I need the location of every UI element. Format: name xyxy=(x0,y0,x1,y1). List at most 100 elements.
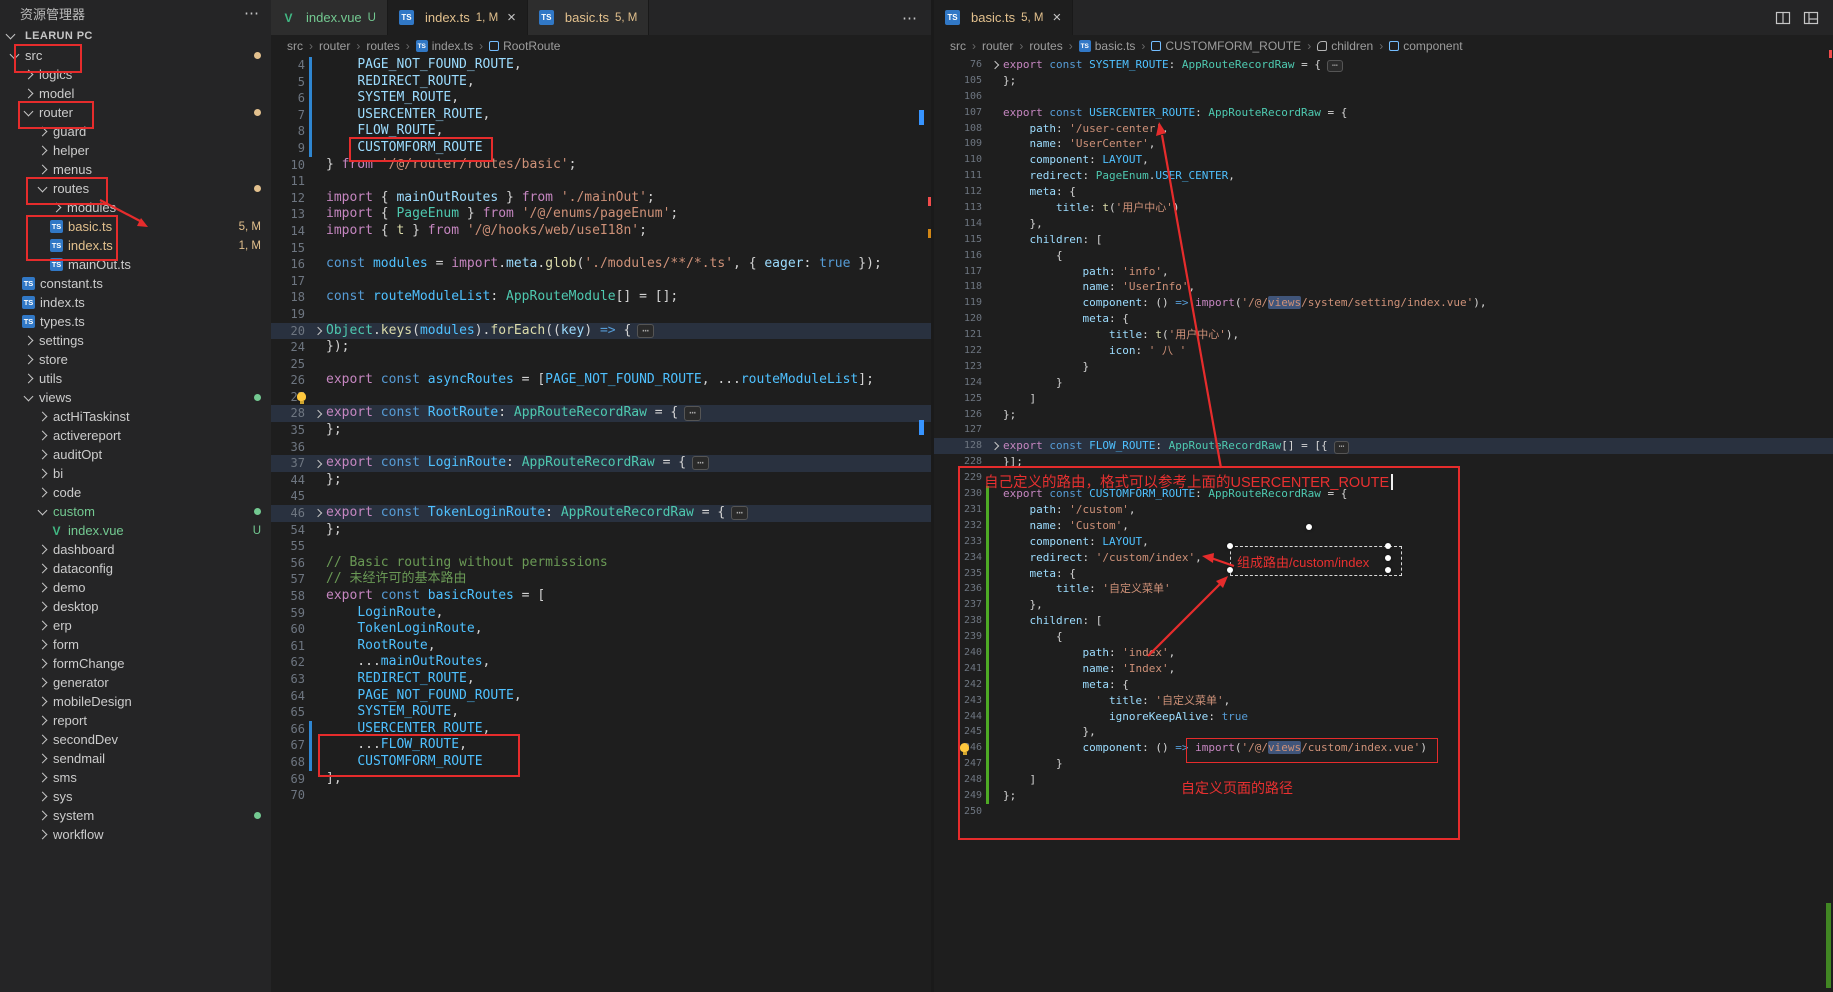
code-line-37[interactable]: 37export const LoginRoute: AppRouteRecor… xyxy=(271,455,931,472)
tree-item-report[interactable]: report xyxy=(0,711,271,730)
tree-item-sms[interactable]: sms xyxy=(0,768,271,787)
tree-item-router[interactable]: router xyxy=(0,103,271,122)
tree-item-auditOpt[interactable]: auditOpt xyxy=(0,445,271,464)
code-line-14[interactable]: 14import { t } from '/@/hooks/web/useI18… xyxy=(271,223,931,240)
tree-item-index.vue[interactable]: Vindex.vueU xyxy=(0,521,271,540)
code-line-25[interactable]: 25 xyxy=(271,356,931,373)
code-line-69[interactable]: 69]; xyxy=(271,771,931,788)
code-line-5[interactable]: 5 REDIRECT_ROUTE, xyxy=(271,74,931,91)
code-line-18[interactable]: 18const routeModuleList: AppRouteModule[… xyxy=(271,289,931,306)
tree-item-guard[interactable]: guard xyxy=(0,122,271,141)
breadcrumb-item-src[interactable]: src xyxy=(950,39,966,53)
code-line-109[interactable]: 109 name: 'UserCenter', xyxy=(934,136,1833,152)
code-line-17[interactable]: 17 xyxy=(271,273,931,290)
breadcrumb-item-routes[interactable]: routes xyxy=(366,39,399,53)
code-line-244[interactable]: 244 ignoreKeepAlive: true xyxy=(934,709,1833,725)
code-line-240[interactable]: 240 path: 'index', xyxy=(934,645,1833,661)
folded-region-icon[interactable]: ⋯ xyxy=(1327,60,1343,72)
tree-item-form[interactable]: form xyxy=(0,635,271,654)
code-area[interactable]: 76export const SYSTEM_ROUTE: AppRouteRec… xyxy=(934,57,1833,820)
tree-item-mainOut.ts[interactable]: TSmainOut.ts xyxy=(0,255,271,274)
code-line-248[interactable]: 248 ] xyxy=(934,772,1833,788)
code-line-61[interactable]: 61 RootRoute, xyxy=(271,638,931,655)
tab-basic.ts[interactable]: TSbasic.ts5, M xyxy=(528,0,649,35)
code-line-8[interactable]: 8 FLOW_ROUTE, xyxy=(271,123,931,140)
tree-item-types.ts[interactable]: TStypes.ts xyxy=(0,312,271,331)
code-line-245[interactable]: 245 }, xyxy=(934,724,1833,740)
tree-item-dataconfig[interactable]: dataconfig xyxy=(0,559,271,578)
code-line-229[interactable]: 229 xyxy=(934,470,1833,486)
tree-item-custom[interactable]: custom xyxy=(0,502,271,521)
code-line-237[interactable]: 237 }, xyxy=(934,597,1833,613)
code-line-7[interactable]: 7 USERCENTER_ROUTE, xyxy=(271,107,931,124)
folded-region-icon[interactable]: ⋯ xyxy=(637,324,654,338)
code-line-249[interactable]: 249}; xyxy=(934,788,1833,804)
code-line-235[interactable]: 235 meta: { xyxy=(934,566,1833,582)
lightbulb-icon[interactable] xyxy=(297,392,306,401)
breadcrumb-item-router[interactable]: router xyxy=(982,39,1013,53)
code-line-111[interactable]: 111 redirect: PageEnum.USER_CENTER, xyxy=(934,168,1833,184)
tree-item-desktop[interactable]: desktop xyxy=(0,597,271,616)
code-line-128[interactable]: 128export const FLOW_ROUTE: AppRouteReco… xyxy=(934,438,1833,454)
tree-item-src[interactable]: src xyxy=(0,46,271,65)
fold-chevron-icon[interactable] xyxy=(314,327,322,335)
tree-item-menus[interactable]: menus xyxy=(0,160,271,179)
code-line-10[interactable]: 10} from '/@/router/routes/basic'; xyxy=(271,157,931,174)
code-line-70[interactable]: 70 xyxy=(271,787,931,804)
tree-item-utils[interactable]: utils xyxy=(0,369,271,388)
close-icon[interactable]: × xyxy=(507,9,516,26)
workspace-section-header[interactable]: LEARUN PC xyxy=(0,26,271,46)
code-line-125[interactable]: 125 ] xyxy=(934,391,1833,407)
tree-item-code[interactable]: code xyxy=(0,483,271,502)
tree-item-demo[interactable]: demo xyxy=(0,578,271,597)
code-line-20[interactable]: 20Object.keys(modules).forEach((key) => … xyxy=(271,323,931,340)
breadcrumb-item-index.ts[interactable]: TSindex.ts xyxy=(416,39,473,53)
tree-item-views[interactable]: views xyxy=(0,388,271,407)
fold-chevron-icon[interactable] xyxy=(314,459,322,467)
code-line-120[interactable]: 120 meta: { xyxy=(934,311,1833,327)
breadcrumb-item-router[interactable]: router xyxy=(319,39,350,53)
breadcrumb-item-component[interactable]: component xyxy=(1389,39,1462,53)
code-line-67[interactable]: 67 ...FLOW_ROUTE, xyxy=(271,737,931,754)
fold-chevron-icon[interactable] xyxy=(314,509,322,517)
code-line-243[interactable]: 243 title: '自定义菜单', xyxy=(934,693,1833,709)
resize-handle[interactable] xyxy=(1385,543,1391,549)
code-line-108[interactable]: 108 path: '/user-center', xyxy=(934,121,1833,137)
code-line-76[interactable]: 76export const SYSTEM_ROUTE: AppRouteRec… xyxy=(934,57,1833,73)
code-line-242[interactable]: 242 meta: { xyxy=(934,677,1833,693)
code-line-117[interactable]: 117 path: 'info', xyxy=(934,264,1833,280)
code-line-106[interactable]: 106 xyxy=(934,89,1833,105)
code-line-55[interactable]: 55 xyxy=(271,538,931,555)
close-icon[interactable]: × xyxy=(1052,9,1061,26)
resize-handle[interactable] xyxy=(1385,567,1391,573)
tree-item-bi[interactable]: bi xyxy=(0,464,271,483)
code-line-16[interactable]: 16const modules = import.meta.glob('./mo… xyxy=(271,256,931,273)
resize-handle[interactable] xyxy=(1227,543,1233,549)
code-line-119[interactable]: 119 component: () => import('/@/views/sy… xyxy=(934,295,1833,311)
code-line-234[interactable]: 234 redirect: '/custom/index', xyxy=(934,550,1833,566)
code-line-118[interactable]: 118 name: 'UserInfo', xyxy=(934,279,1833,295)
tree-item-sendmail[interactable]: sendmail xyxy=(0,749,271,768)
code-line-62[interactable]: 62 ...mainOutRoutes, xyxy=(271,654,931,671)
code-line-15[interactable]: 15 xyxy=(271,240,931,257)
code-line-54[interactable]: 54}; xyxy=(271,522,931,539)
tree-item-actHiTaskinst[interactable]: actHiTaskinst xyxy=(0,407,271,426)
tree-item-settings[interactable]: settings xyxy=(0,331,271,350)
tab-index.ts[interactable]: TSindex.ts1, M× xyxy=(388,0,528,35)
resize-handle[interactable] xyxy=(1385,555,1391,561)
code-line-58[interactable]: 58export const basicRoutes = [ xyxy=(271,588,931,605)
customize-layout-icon[interactable] xyxy=(1803,10,1819,26)
tree-item-helper[interactable]: helper xyxy=(0,141,271,160)
breadcrumb-item-routes[interactable]: routes xyxy=(1029,39,1062,53)
tree-item-logics[interactable]: logics xyxy=(0,65,271,84)
code-line-26[interactable]: 26export const asyncRoutes = [PAGE_NOT_F… xyxy=(271,372,931,389)
code-line-35[interactable]: 35}; xyxy=(271,422,931,439)
code-line-4[interactable]: 4 PAGE_NOT_FOUND_ROUTE, xyxy=(271,57,931,74)
split-editor-icon[interactable] xyxy=(1775,10,1791,26)
breadcrumb-item-RootRoute[interactable]: RootRoute xyxy=(489,39,560,53)
code-line-123[interactable]: 123 } xyxy=(934,359,1833,375)
code-line-112[interactable]: 112 meta: { xyxy=(934,184,1833,200)
code-line-231[interactable]: 231 path: '/custom', xyxy=(934,502,1833,518)
code-line-68[interactable]: 68 CUSTOMFORM_ROUTE xyxy=(271,754,931,771)
lightbulb-icon[interactable] xyxy=(960,743,969,752)
